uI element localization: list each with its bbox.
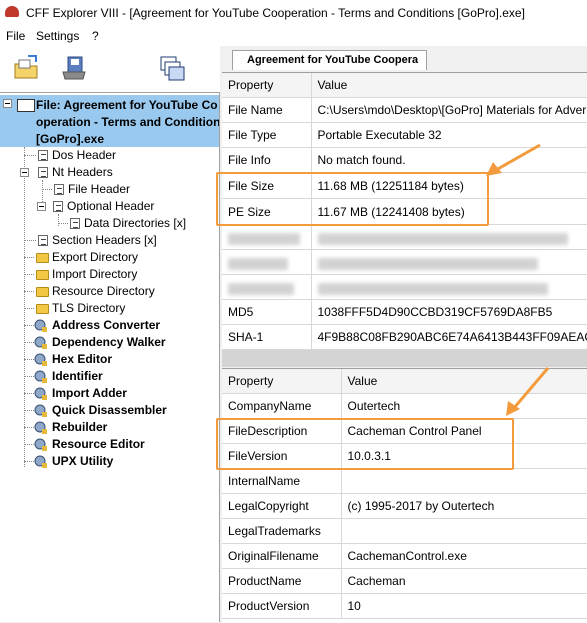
folder-icon xyxy=(36,287,49,297)
value-cell: 1038FFF5D4D90CCBD319CF5769DA8FB5 xyxy=(311,299,587,325)
table-header-row: Property Value xyxy=(222,73,587,98)
tool-icon xyxy=(34,336,47,349)
property-cell: SHA-1 xyxy=(222,324,312,350)
column-header-property[interactable]: Property xyxy=(222,369,342,394)
menu-bar: File Settings ? xyxy=(0,26,587,46)
value-cell: (c) 1995-2017 by Outertech xyxy=(341,493,587,519)
value-cell: C:\Users\mdo\Desktop\[GoPro] Materials f… xyxy=(311,97,587,123)
property-cell: LegalCopyright xyxy=(222,493,342,519)
file-label-line: [GoPro].exe xyxy=(36,132,105,146)
windows-icon[interactable] xyxy=(158,54,186,82)
menu-help[interactable]: ? xyxy=(92,29,99,43)
property-cell: LegalTrademarks xyxy=(222,518,342,544)
table-row[interactable]: MD5 1038FFF5D4D90CCBD319CF5769DA8FB5 xyxy=(222,299,587,325)
table-row[interactable]: File Name C:\Users\mdo\Desktop\[GoPro] M… xyxy=(222,97,587,123)
file-label-line: File: Agreement for YouTube Co xyxy=(36,98,218,112)
value-cell: Portable Executable 32 xyxy=(311,122,587,148)
table-row[interactable]: ProductName Cacheman xyxy=(222,568,587,594)
property-cell: ProductVersion xyxy=(222,593,342,619)
value-cell: Outertech xyxy=(341,393,587,419)
redacted-row xyxy=(222,224,587,250)
collapse-icon[interactable] xyxy=(3,99,12,108)
document-icon xyxy=(54,184,64,195)
file-tree: File: Agreement for YouTube Co operation… xyxy=(0,92,220,622)
table-row[interactable]: File Type Portable Executable 32 xyxy=(222,122,587,148)
folder-icon xyxy=(36,253,49,263)
highlight-box-size xyxy=(216,172,489,226)
property-cell: File Info xyxy=(222,147,312,173)
column-header-property[interactable]: Property xyxy=(222,73,312,98)
tool-icon xyxy=(34,370,47,383)
version-info-table: Property Value CompanyName Outertech Fil… xyxy=(222,368,587,623)
document-icon xyxy=(38,150,48,161)
redacted-row xyxy=(222,274,587,300)
tool-icon xyxy=(34,404,47,417)
open-file-icon[interactable] xyxy=(12,54,40,82)
document-icon xyxy=(53,201,63,212)
tool-icon xyxy=(34,319,47,332)
table-row[interactable]: File Info No match found. xyxy=(222,147,587,173)
property-cell: OriginalFilename xyxy=(222,543,342,569)
title-bar: CFF Explorer VIII - [Agreement for YouTu… xyxy=(0,0,587,26)
table-row[interactable]: ProductVersion 10 xyxy=(222,593,587,619)
table-row[interactable]: SHA-1 4F9B88C08FB290ABC6E74A6413B443FF09… xyxy=(222,324,587,350)
table-row[interactable]: LegalTrademarks xyxy=(222,518,587,544)
value-cell xyxy=(341,518,587,544)
panel-splitter[interactable] xyxy=(222,350,587,367)
app-icon xyxy=(5,6,19,17)
value-cell xyxy=(341,468,587,494)
table-row[interactable]: OriginalFilename CachemanControl.exe xyxy=(222,543,587,569)
property-cell: MD5 xyxy=(222,299,312,325)
save-icon[interactable] xyxy=(60,54,88,82)
collapse-icon[interactable] xyxy=(37,202,46,211)
tab-strip: Agreement for YouTube Coopera xyxy=(222,46,587,70)
folder-icon xyxy=(36,304,49,314)
tool-icon xyxy=(34,438,47,451)
tab-file[interactable]: Agreement for YouTube Coopera xyxy=(232,50,427,70)
value-cell: CachemanControl.exe xyxy=(341,543,587,569)
menu-file[interactable]: File xyxy=(6,29,25,43)
redacted-row xyxy=(222,249,587,275)
column-header-value[interactable]: Value xyxy=(341,369,587,394)
tool-icon xyxy=(34,387,47,400)
file-icon xyxy=(17,99,35,112)
tool-icon xyxy=(34,421,47,434)
property-cell: File Type xyxy=(222,122,312,148)
collapse-icon[interactable] xyxy=(20,168,29,177)
property-cell: InternalName xyxy=(222,468,342,494)
file-label-line: operation - Terms and Conditions xyxy=(36,115,219,129)
tool-icon xyxy=(34,353,47,366)
table-row[interactable]: CompanyName Outertech xyxy=(222,393,587,419)
document-icon xyxy=(70,218,80,229)
tool-icon xyxy=(34,455,47,468)
toolbar xyxy=(0,46,220,92)
folder-icon xyxy=(36,270,49,280)
document-icon xyxy=(38,167,48,178)
column-header-value[interactable]: Value xyxy=(311,73,587,98)
value-cell: No match found. xyxy=(311,147,587,173)
value-cell: Cacheman xyxy=(341,568,587,594)
property-cell: CompanyName xyxy=(222,393,342,419)
document-icon xyxy=(38,235,48,246)
table-row[interactable]: LegalCopyright (c) 1995-2017 by Outertec… xyxy=(222,493,587,519)
value-cell: 4F9B88C08FB290ABC6E74A6413B443FF09AEAC94 xyxy=(311,324,587,350)
tree-item-file[interactable]: File: Agreement for YouTube Co operation… xyxy=(0,95,219,147)
value-cell: 10 xyxy=(341,593,587,619)
property-cell: ProductName xyxy=(222,568,342,594)
table-header-row: Property Value xyxy=(222,369,587,394)
table-row[interactable]: InternalName xyxy=(222,468,587,494)
window-title: CFF Explorer VIII - [Agreement for YouTu… xyxy=(26,6,525,20)
menu-settings[interactable]: Settings xyxy=(36,29,79,43)
highlight-box-version xyxy=(216,418,514,470)
property-cell: File Name xyxy=(222,97,312,123)
